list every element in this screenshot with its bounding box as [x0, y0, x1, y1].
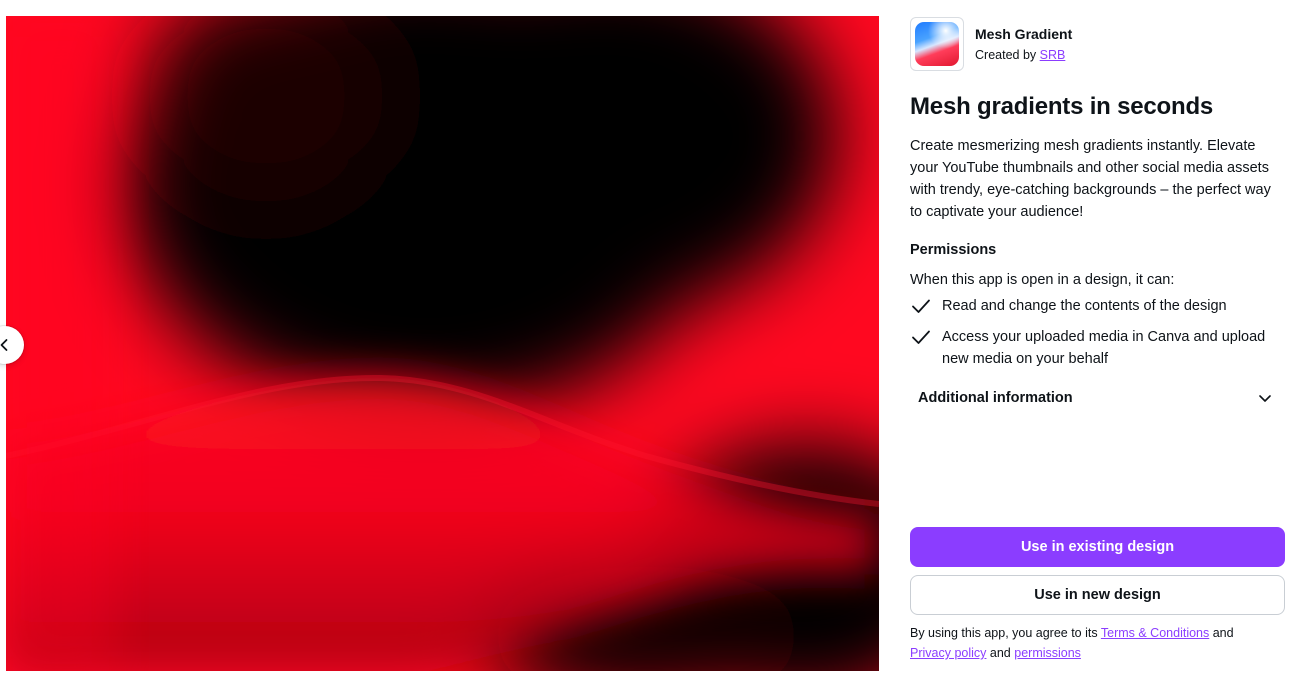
app-creator-line: Created by SRB	[975, 46, 1072, 64]
terms-notice: By using this app, you agree to its Term…	[910, 623, 1285, 663]
additional-information-toggle[interactable]: Additional information	[910, 386, 1285, 410]
created-by-label: Created by	[975, 47, 1037, 62]
chevron-left-icon	[0, 339, 8, 351]
permissions-title: Permissions	[910, 242, 997, 258]
app-name: Mesh Gradient	[975, 25, 1073, 42]
use-in-existing-design-button[interactable]: Use in existing design	[910, 527, 1285, 567]
check-icon	[912, 330, 930, 344]
app-icon	[910, 17, 964, 71]
permission-text: Read and change the contents of the desi…	[942, 298, 1227, 314]
check-icon	[912, 299, 930, 313]
app-headline: Mesh gradients in seconds	[910, 93, 1214, 120]
app-details-panel: Mesh Gradient Created by SRB Mesh gradie…	[910, 16, 1285, 410]
app-description: Create mesmerizing mesh gradients instan…	[910, 138, 1271, 220]
permission-item: Read and change the contents of the desi…	[910, 295, 1285, 317]
use-in-new-design-button[interactable]: Use in new design	[910, 575, 1285, 615]
terms-link[interactable]: Terms & Conditions	[1101, 626, 1209, 640]
terms-and-2: and	[989, 646, 1011, 660]
permissions-intro: When this app is open in a design, it ca…	[910, 272, 1175, 288]
mesh-gradient-app-icon	[915, 22, 959, 66]
mesh-gradient-preview	[6, 16, 879, 671]
terms-prefix: By using this app, you agree to its	[910, 626, 1098, 640]
privacy-policy-link[interactable]: Privacy policy	[910, 646, 986, 660]
creator-link[interactable]: SRB	[1040, 48, 1066, 62]
permission-text: Access your uploaded media in Canva and …	[942, 329, 1266, 367]
additional-information-label: Additional information	[918, 390, 1073, 406]
chevron-down-icon	[1259, 395, 1271, 402]
permission-item: Access your uploaded media in Canva and …	[910, 326, 1285, 370]
app-header: Mesh Gradient Created by SRB	[910, 16, 1285, 72]
preview-image	[6, 16, 879, 671]
permissions-list: Read and change the contents of the desi…	[910, 295, 1285, 370]
terms-and-1: and	[1212, 626, 1234, 640]
permissions-link[interactable]: permissions	[1014, 646, 1081, 660]
